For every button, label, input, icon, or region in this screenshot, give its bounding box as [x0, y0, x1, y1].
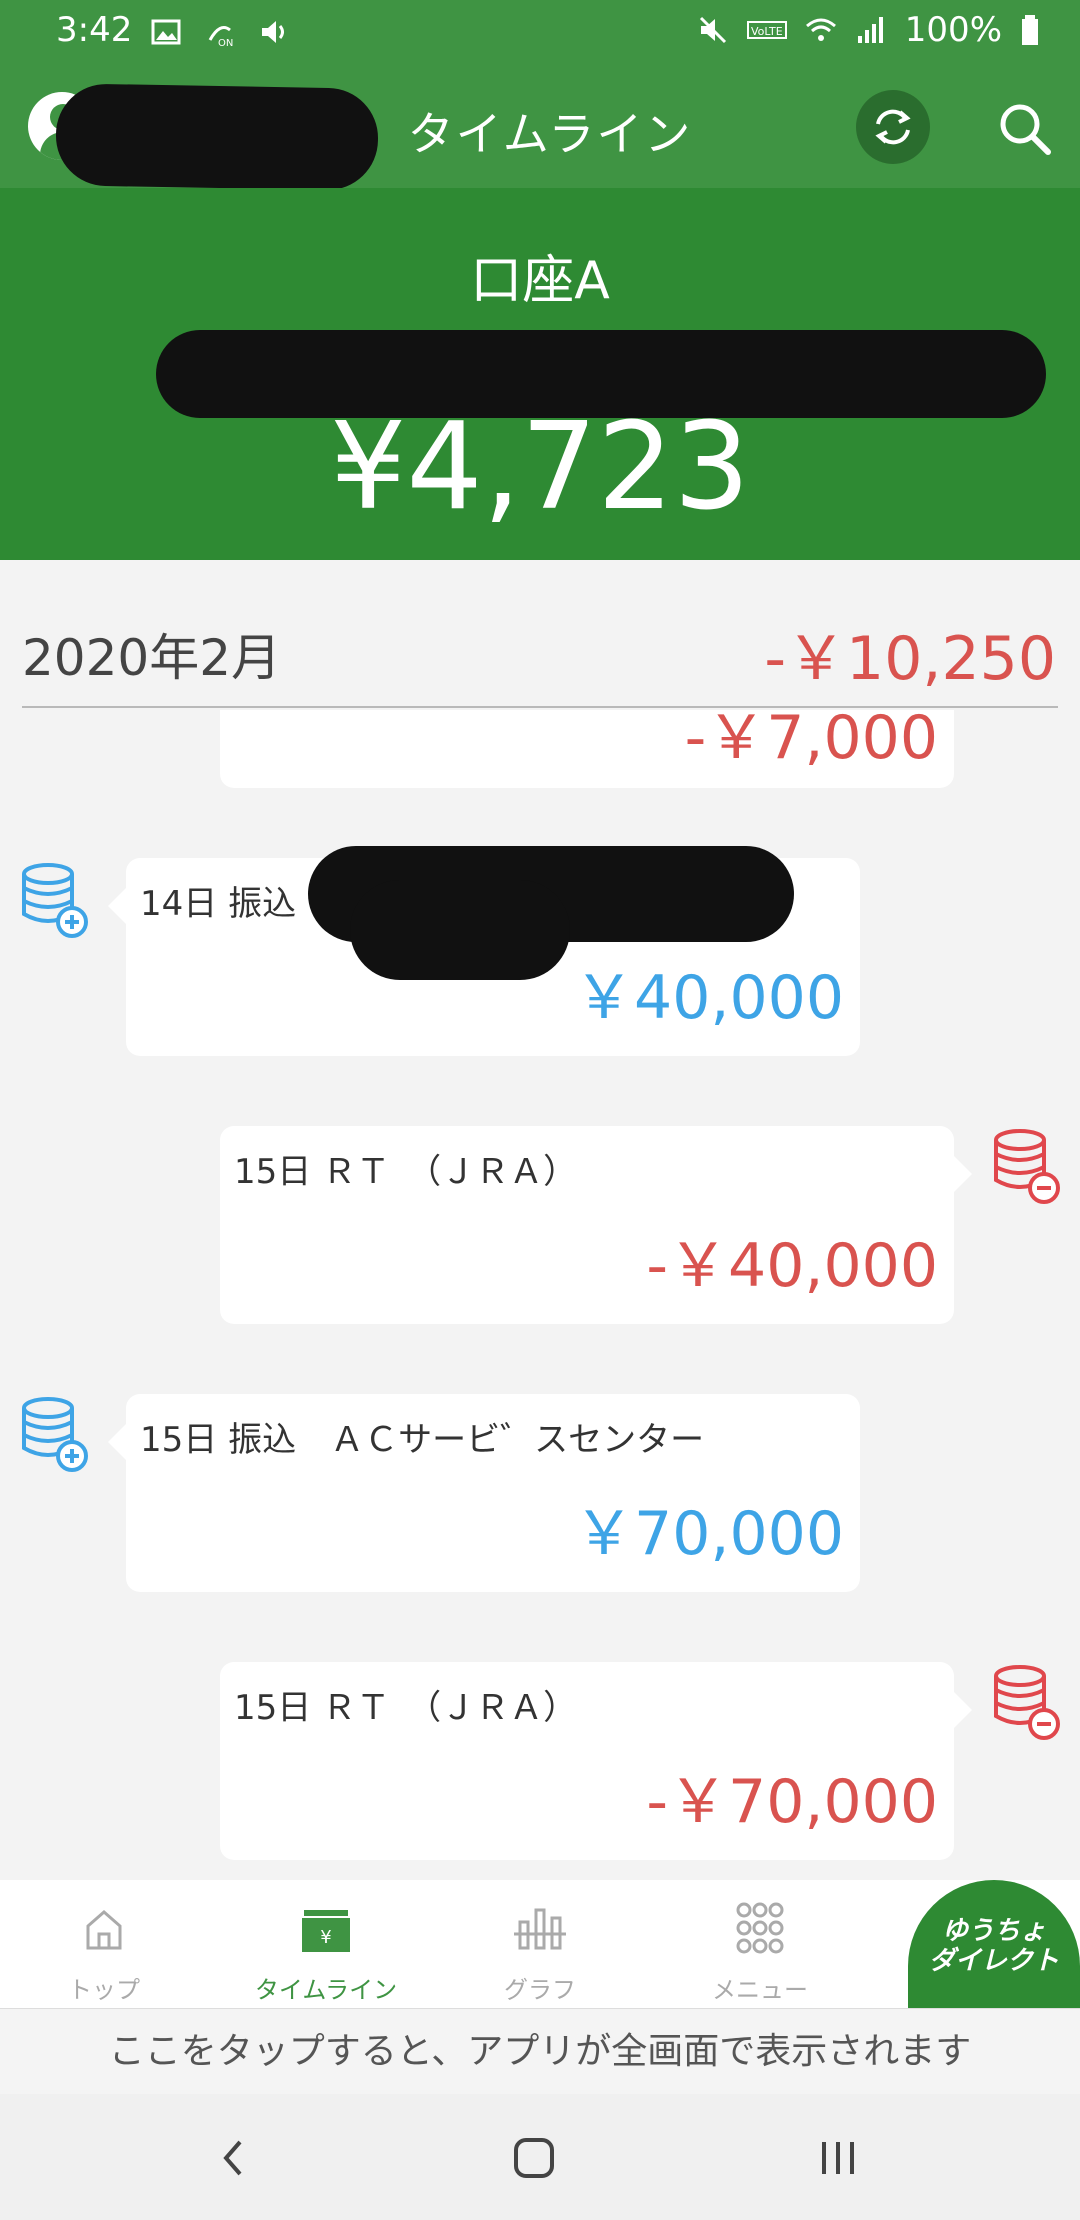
svg-text:¥: ¥ [320, 1927, 331, 1948]
transaction-description: 14日 振込 [140, 884, 297, 924]
home-button-icon[interactable] [504, 2132, 564, 2184]
account-name: 口座A [470, 251, 610, 311]
nav-menu[interactable]: メニュー [660, 1880, 860, 2008]
direct-label-line2: ダイレクト [928, 1946, 1059, 1976]
transaction-card[interactable]: 15日 振込 ＡＣサービ゛スセンター ￥70,000 [108, 1394, 860, 1592]
signal-icon [857, 17, 883, 43]
account-balance: ¥4,723 [330, 398, 750, 537]
direct-label-line1: ゆうちょ [941, 1916, 1046, 1946]
transaction-amount: -￥40,000 [646, 1231, 938, 1301]
transaction-amount: -￥70,000 [646, 1767, 938, 1837]
transaction-description: 15日 ＲＴ （ＪＲＡ） [234, 1152, 578, 1192]
wifi-icon [805, 18, 836, 41]
withdrawal-icon [994, 1129, 1060, 1204]
nav-timeline[interactable]: ¥ タイムライン [226, 1880, 426, 2008]
system-nav-bar [0, 2094, 1080, 2220]
volume-icon [262, 21, 284, 43]
back-icon[interactable] [204, 2132, 264, 2184]
svg-text:VoLTE: VoLTE [751, 25, 783, 38]
recents-icon[interactable] [808, 2132, 868, 2184]
transaction-card[interactable]: -￥7,000 [220, 710, 954, 788]
mute-icon [699, 16, 726, 44]
transaction-amount: ￥70,000 [574, 1499, 844, 1569]
nfc-icon: ON [208, 26, 233, 48]
transaction-description: 15日 振込 ＡＣサービ゛スセンター [140, 1420, 705, 1460]
refresh-icon [875, 109, 911, 145]
search-icon [1000, 104, 1051, 155]
month-total: -￥10,250 [764, 624, 1056, 694]
battery-percent: 100% [904, 10, 1002, 50]
divider [22, 706, 1058, 708]
transaction-amount: -￥7,000 [684, 710, 938, 773]
nav-graph[interactable]: グラフ [440, 1880, 640, 2008]
battery-icon [1022, 15, 1038, 45]
status-time: 3:42 [56, 10, 133, 50]
svg-text:ON: ON [218, 38, 233, 48]
deposit-icon [22, 863, 88, 938]
grid-icon [736, 1902, 784, 1954]
wallet-icon: ¥ [302, 1910, 350, 1952]
chart-icon [514, 1908, 566, 1950]
search-button[interactable] [990, 94, 1060, 164]
transaction-card[interactable]: 15日 ＲＴ （ＪＲＡ） -￥70,000 [220, 1662, 972, 1860]
sync-button[interactable] [856, 90, 930, 164]
month-label: 2020年2月 [22, 629, 282, 687]
deposit-icon [22, 1397, 88, 1472]
fullscreen-hint[interactable]: ここをタップすると、アプリが全画面で表示されます [0, 2008, 1080, 2095]
home-icon [86, 1910, 122, 1950]
image-icon [151, 19, 181, 45]
account-header: 口座A ¥4,723 [0, 188, 1080, 560]
redaction-mark [350, 880, 570, 980]
transaction-description: 15日 ＲＴ （ＪＲＡ） [234, 1688, 578, 1728]
transaction-card[interactable]: 15日 ＲＴ （ＪＲＡ） -￥40,000 [220, 1126, 972, 1324]
nav-top[interactable]: トップ [4, 1880, 204, 2008]
volte-icon: VoLTE [746, 21, 787, 39]
app-bar: タイムライン [0, 64, 1080, 191]
transaction-amount: ￥40,000 [574, 963, 844, 1033]
withdrawal-icon [994, 1665, 1060, 1740]
status-bar: 3:42 ON VoLTE 100% [0, 0, 1080, 64]
